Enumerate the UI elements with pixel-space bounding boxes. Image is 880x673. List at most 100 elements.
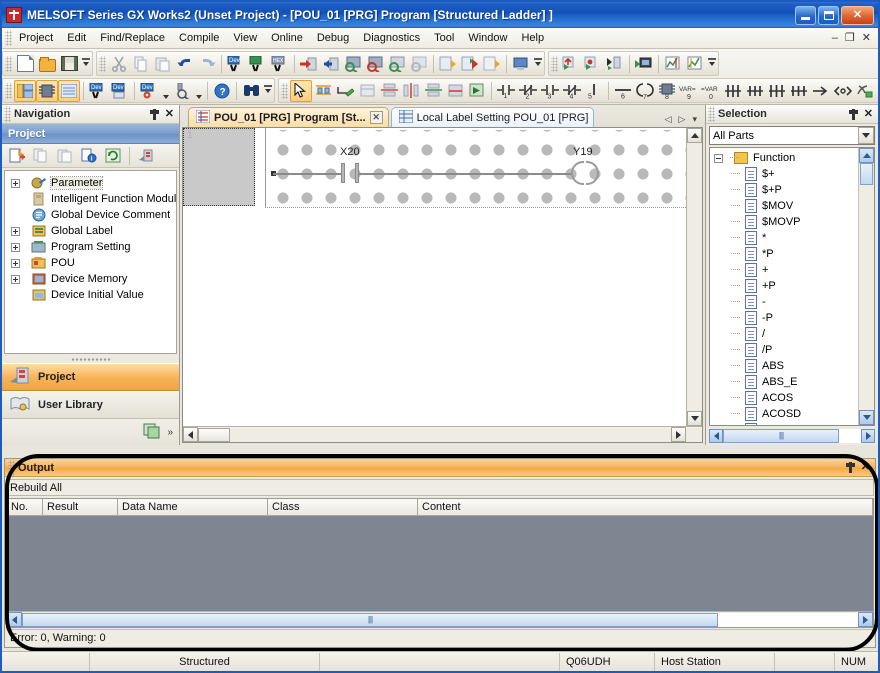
tab-local-label-setting[interactable]: Local Label Setting POU_01 [PRG] bbox=[390, 107, 595, 127]
column-header-content[interactable]: Content bbox=[418, 499, 873, 515]
read-from-plc-icon[interactable] bbox=[320, 53, 342, 75]
compile-icon[interactable] bbox=[437, 53, 459, 75]
minimize-button[interactable] bbox=[795, 5, 816, 25]
scroll-down-button[interactable] bbox=[687, 411, 702, 426]
collapse-icon[interactable] bbox=[714, 153, 723, 163]
scroll-track[interactable] bbox=[859, 185, 874, 410]
panel-grip[interactable] bbox=[4, 106, 11, 122]
pin-icon[interactable] bbox=[845, 462, 855, 473]
find-device-icon[interactable]: Dev bbox=[225, 53, 247, 75]
device-test-dropdown-icon[interactable] bbox=[193, 80, 204, 102]
menu-debug[interactable]: Debug bbox=[310, 29, 356, 47]
window-list-icon[interactable] bbox=[143, 423, 161, 442]
expander-icon[interactable] bbox=[11, 274, 20, 284]
editor-horizontal-scrollbar[interactable] bbox=[183, 426, 702, 442]
ladder-canvas[interactable]: 1 X20 Y19 bbox=[183, 128, 686, 426]
list-item[interactable]: ABS_E bbox=[710, 374, 858, 390]
pin-icon[interactable] bbox=[149, 108, 159, 120]
find-hex-icon[interactable]: HEX bbox=[269, 53, 291, 75]
scroll-right-button[interactable] bbox=[861, 428, 875, 443]
scroll-track[interactable] bbox=[230, 427, 671, 442]
toolbar-overflow-icon[interactable] bbox=[876, 80, 878, 102]
expander-icon[interactable] bbox=[11, 242, 20, 252]
more-buttons-icon[interactable]: » bbox=[167, 427, 173, 438]
project-tree[interactable]: Parameter Intelligent Function Module Gl… bbox=[4, 170, 177, 354]
insert-row-icon[interactable] bbox=[378, 80, 400, 102]
list-item[interactable]: + bbox=[710, 262, 858, 278]
contact-x20[interactable] bbox=[341, 163, 359, 183]
navigation-window-icon[interactable] bbox=[14, 79, 36, 102]
scroll-right-button[interactable] bbox=[858, 612, 873, 627]
scroll-down-button[interactable] bbox=[859, 410, 874, 425]
list-item[interactable]: $MOVP bbox=[710, 214, 858, 230]
scroll-thumb[interactable] bbox=[198, 427, 230, 442]
chevron-down-icon[interactable] bbox=[858, 127, 874, 144]
monitor-device-icon[interactable] bbox=[408, 53, 430, 75]
column-header-data-name[interactable]: Data Name bbox=[118, 499, 268, 515]
paste-data-icon[interactable] bbox=[54, 145, 76, 167]
nav-tab-project[interactable]: Project bbox=[2, 363, 179, 391]
mdi-minimize-button[interactable]: – bbox=[832, 32, 838, 44]
rung-header-cell[interactable]: 1 bbox=[183, 128, 255, 206]
contact-rising-icon[interactable]: 3 bbox=[539, 80, 561, 102]
jump-label-icon[interactable] bbox=[810, 80, 832, 102]
save-project-icon[interactable] bbox=[58, 53, 80, 75]
coil-y19[interactable] bbox=[571, 161, 599, 185]
write-to-plc-icon[interactable] bbox=[298, 53, 320, 75]
scroll-thumb[interactable]: |||| bbox=[22, 612, 718, 627]
list-item[interactable]: ABS bbox=[710, 358, 858, 374]
scan-time-icon[interactable] bbox=[684, 53, 706, 75]
list-item[interactable]: * bbox=[710, 230, 858, 246]
toolbar-grip[interactable] bbox=[99, 55, 106, 72]
toolbar-overflow-icon[interactable] bbox=[262, 80, 273, 102]
column-header-no[interactable]: No. bbox=[7, 499, 43, 515]
bus-connect-4-icon[interactable] bbox=[788, 80, 810, 102]
bus-connect-2-icon[interactable] bbox=[744, 80, 766, 102]
scroll-right-button[interactable] bbox=[671, 427, 686, 442]
menu-project[interactable]: Project bbox=[12, 29, 60, 47]
undo-icon[interactable] bbox=[174, 53, 196, 75]
tab-close-icon[interactable]: ✕ bbox=[369, 111, 383, 124]
scroll-track[interactable] bbox=[687, 143, 702, 411]
parts-tree[interactable]: Function $+ $+P $MOV $MOVP * *P + +P - -… bbox=[709, 147, 875, 426]
menu-online[interactable]: Online bbox=[264, 29, 310, 47]
list-item[interactable]: / bbox=[710, 326, 858, 342]
toolbar-grip[interactable] bbox=[281, 82, 288, 99]
device-list-icon[interactable]: Dev bbox=[109, 80, 131, 102]
tab-pou-01-program[interactable]: POU_01 [PRG] Program [St... ✕ bbox=[188, 107, 389, 127]
compile-selected-icon[interactable] bbox=[481, 53, 503, 75]
menu-compile[interactable]: Compile bbox=[172, 29, 226, 47]
scroll-thumb[interactable] bbox=[860, 163, 873, 185]
toolbar-grip[interactable] bbox=[5, 82, 12, 99]
selection-horizontal-scrollbar[interactable]: |||| bbox=[709, 428, 875, 443]
contact-no-icon[interactable]: 1 bbox=[495, 80, 517, 102]
panel-grip[interactable] bbox=[708, 106, 715, 122]
find-label-icon[interactable] bbox=[247, 53, 269, 75]
sampling-trace-icon[interactable] bbox=[662, 53, 684, 75]
delete-row-icon[interactable] bbox=[422, 80, 444, 102]
close-button[interactable]: ✕ bbox=[841, 5, 874, 25]
step-over-icon[interactable] bbox=[582, 53, 604, 75]
mdi-close-button[interactable]: ✕ bbox=[862, 32, 871, 44]
scroll-track[interactable] bbox=[839, 428, 861, 443]
output-grid-rows[interactable] bbox=[7, 516, 873, 611]
toolbar-overflow-icon[interactable] bbox=[80, 53, 91, 75]
scroll-up-button[interactable] bbox=[687, 128, 702, 143]
column-header-class[interactable]: Class bbox=[268, 499, 418, 515]
maximize-button[interactable] bbox=[818, 5, 839, 25]
project-view-icon[interactable] bbox=[135, 145, 157, 167]
contact-nc-icon[interactable]: 2 bbox=[517, 80, 539, 102]
expander-icon[interactable] bbox=[11, 258, 20, 268]
delete-column-icon[interactable] bbox=[444, 80, 466, 102]
run-to-cursor-icon[interactable] bbox=[604, 53, 626, 75]
copy-data-icon[interactable] bbox=[30, 145, 52, 167]
interconnect-icon[interactable] bbox=[312, 80, 334, 102]
tab-list-icon[interactable]: ▾ bbox=[692, 114, 697, 125]
navigation-splitter[interactable] bbox=[2, 356, 179, 363]
list-item[interactable]: -P bbox=[710, 310, 858, 326]
monitor-start-icon[interactable] bbox=[342, 53, 364, 75]
element-selection-window-icon[interactable] bbox=[36, 79, 58, 102]
var-output-icon[interactable]: =VAR 0 bbox=[700, 80, 722, 102]
menu-find-replace[interactable]: Find/Replace bbox=[93, 29, 172, 47]
menu-diagnostics[interactable]: Diagnostics bbox=[356, 29, 427, 47]
